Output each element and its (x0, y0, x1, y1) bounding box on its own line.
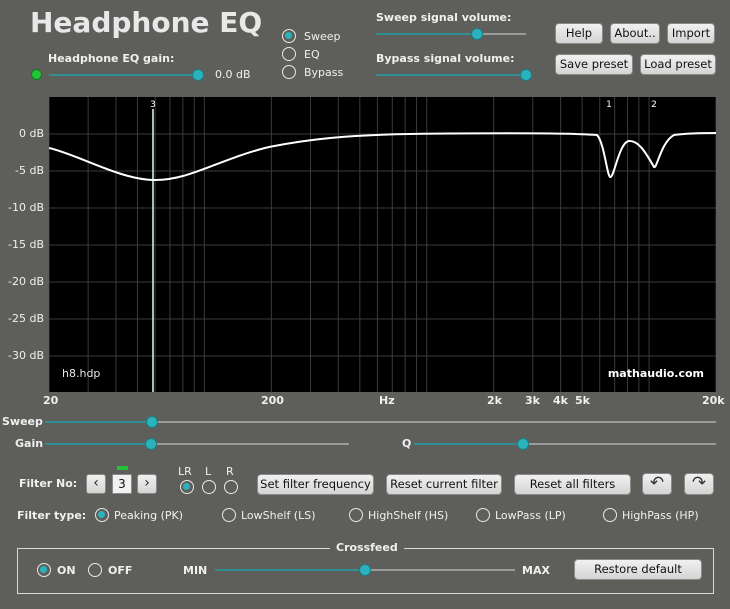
type-lowshelf-radio[interactable] (222, 508, 236, 522)
sweep-volume-knob[interactable] (470, 28, 483, 40)
bypass-volume-slider[interactable] (376, 69, 532, 81)
x-tick: 5k (575, 394, 590, 407)
type-highshelf-label: HighShelf (HS) (368, 509, 449, 522)
next-filter-button[interactable]: › (137, 474, 157, 494)
y-tick: 0 dB (18, 127, 44, 140)
load-preset-button[interactable]: Load preset (640, 54, 716, 75)
q-slider-knob[interactable] (516, 438, 529, 450)
y-tick: -15 dB (8, 238, 44, 251)
crossfeed-off-label: OFF (108, 564, 133, 577)
sweep-slider[interactable] (45, 416, 716, 428)
preset-file-label: h8.hdp (62, 367, 100, 380)
type-lowpass-label: LowPass (LP) (495, 509, 566, 522)
x-tick: 200 (261, 394, 284, 407)
filter-marker-label[interactable]: 1 (606, 100, 612, 110)
help-button[interactable]: Help (555, 23, 603, 44)
mode-bypass-radio[interactable] (282, 65, 296, 79)
channel-lr-radio[interactable] (180, 480, 194, 494)
filter-number: 3 (112, 474, 132, 494)
filter-gain-slider[interactable] (45, 438, 349, 450)
sweep-volume-label: Sweep signal volume: (376, 11, 512, 24)
channel-r-radio[interactable] (224, 480, 238, 494)
app-title: Headphone EQ (30, 6, 263, 39)
mode-sweep-label: Sweep (304, 30, 341, 43)
filter-gain-knob[interactable] (145, 438, 158, 450)
crossfeed-on-radio[interactable] (37, 563, 51, 577)
y-axis: 0 dB -5 dB -10 dB -15 dB -20 dB -25 dB -… (0, 97, 48, 392)
set-filter-frequency-button[interactable]: Set filter frequency (257, 474, 374, 495)
y-tick: -5 dB (15, 164, 44, 177)
gain-label: Headphone EQ gain: (48, 52, 175, 65)
reset-all-filters-button[interactable]: Reset all filters (514, 474, 631, 495)
sweep-slider-knob[interactable] (146, 416, 159, 428)
gain-enabled-led[interactable] (31, 69, 42, 80)
watermark: mathaudio.com (608, 367, 704, 380)
type-highshelf-radio[interactable] (349, 508, 363, 522)
filter-active-indicator (117, 466, 128, 470)
crossfeed-slider[interactable] (215, 564, 515, 576)
x-tick: Hz (379, 394, 395, 407)
type-peaking-radio[interactable] (95, 508, 109, 522)
mode-bypass-label: Bypass (304, 66, 344, 79)
x-tick: 2k (487, 394, 502, 407)
sweep-label: Sweep (2, 415, 43, 428)
type-highpass-radio[interactable] (603, 508, 617, 522)
gain-slider-knob[interactable] (192, 69, 204, 81)
y-tick: -25 dB (8, 312, 44, 325)
x-tick: 4k (553, 394, 568, 407)
redo-icon[interactable]: ↷ (684, 473, 714, 495)
x-tick: 20 (43, 394, 59, 407)
save-preset-button[interactable]: Save preset (555, 54, 633, 75)
x-tick: 20k (702, 394, 725, 407)
about-button[interactable]: About.. (610, 23, 660, 44)
filter-marker-label[interactable]: 2 (651, 100, 657, 110)
q-label: Q (402, 437, 412, 450)
prev-filter-button[interactable]: ‹ (86, 474, 106, 494)
bypass-volume-knob[interactable] (520, 69, 532, 81)
import-button[interactable]: Import (667, 23, 715, 44)
mode-group: Sweep EQ Bypass (282, 29, 362, 89)
crossfeed-min-label: MIN (183, 564, 208, 577)
gain-slider-label: Gain (15, 437, 44, 450)
filter-no-label: Filter No: (19, 477, 78, 490)
channel-l-label: L (205, 465, 212, 478)
gain-slider[interactable] (49, 69, 204, 81)
y-tick: -20 dB (8, 275, 44, 288)
q-slider[interactable] (414, 438, 716, 450)
mode-sweep-radio[interactable] (282, 29, 296, 43)
frequency-response-curve (48, 132, 717, 182)
crossfeed-slider-knob[interactable] (359, 564, 371, 576)
crossfeed-title: Crossfeed (330, 541, 404, 554)
eq-graph-svg[interactable]: 3 1 2 h8.hdp mathaudio.com (48, 97, 717, 392)
crossfeed-on-label: ON (57, 564, 76, 577)
undo-icon[interactable]: ↶ (642, 473, 672, 495)
reset-current-filter-button[interactable]: Reset current filter (386, 474, 502, 495)
type-lowpass-radio[interactable] (476, 508, 490, 522)
crossfeed-off-radio[interactable] (88, 563, 102, 577)
x-tick: 3k (525, 394, 540, 407)
channel-lr-label: LR (178, 465, 192, 478)
mode-eq-radio[interactable] (282, 47, 296, 61)
restore-default-button[interactable]: Restore default (574, 559, 702, 580)
y-tick: -30 dB (8, 349, 44, 362)
filter-marker-label[interactable]: 3 (150, 100, 156, 110)
gain-value: 0.0 dB (215, 68, 251, 81)
bypass-volume-label: Bypass signal volume: (376, 52, 515, 65)
sweep-volume-slider[interactable] (376, 28, 526, 40)
y-tick: -10 dB (8, 201, 44, 214)
channel-r-label: R (226, 465, 234, 478)
mode-eq-label: EQ (304, 48, 320, 61)
channel-l-radio[interactable] (202, 480, 216, 494)
filter-type-label: Filter type: (17, 509, 87, 522)
type-peaking-label: Peaking (PK) (114, 509, 184, 522)
type-lowshelf-label: LowShelf (LS) (241, 509, 316, 522)
crossfeed-max-label: MAX (522, 564, 550, 577)
type-highpass-label: HighPass (HP) (622, 509, 699, 522)
eq-graph[interactable]: 3 1 2 h8.hdp mathaudio.com (48, 97, 717, 392)
